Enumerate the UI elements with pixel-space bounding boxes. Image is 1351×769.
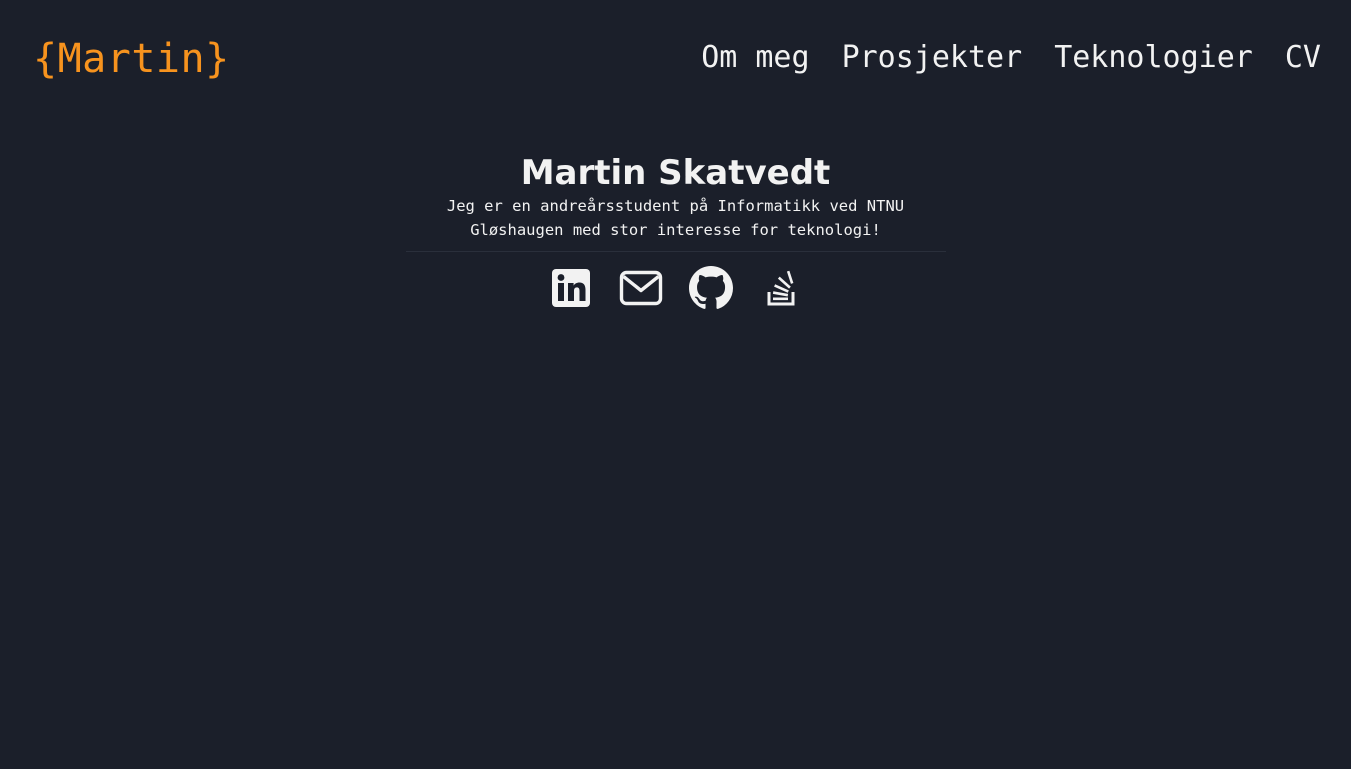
stackoverflow-link[interactable] <box>759 266 803 310</box>
social-links <box>0 266 1351 310</box>
nav-item-prosjekter[interactable]: Prosjekter <box>842 38 1023 78</box>
github-link[interactable] <box>688 266 733 310</box>
email-link[interactable] <box>619 266 663 310</box>
nav-item-cv[interactable]: CV <box>1285 38 1321 78</box>
github-icon <box>688 266 733 309</box>
linkedin-link[interactable] <box>549 266 593 310</box>
nav-item-teknologier[interactable]: Teknologier <box>1054 38 1253 78</box>
hero-section: Martin Skatvedt Jeg er en andreårsstuden… <box>0 152 1351 310</box>
linkedin-icon <box>551 269 590 307</box>
logo-link[interactable]: {Martin} <box>33 34 230 84</box>
bio-text: Jeg er en andreårsstudent på Informatikk… <box>446 197 905 239</box>
nav-item-om-meg[interactable]: Om meg <box>701 38 809 78</box>
main-nav: Om meg Prosjekter Teknologier CV <box>701 38 1321 78</box>
divider <box>405 251 946 252</box>
mail-icon <box>619 270 662 306</box>
stackoverflow-icon <box>767 270 794 306</box>
page-title: Martin Skatvedt <box>520 153 831 193</box>
